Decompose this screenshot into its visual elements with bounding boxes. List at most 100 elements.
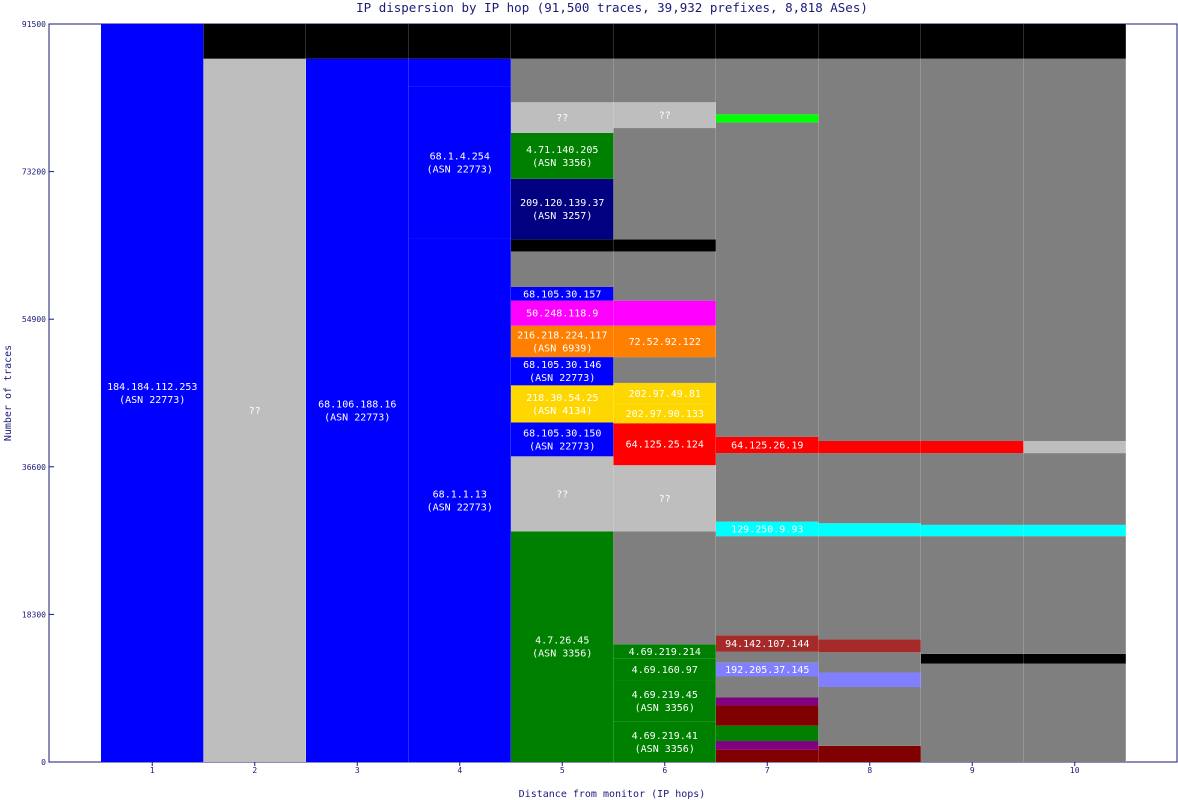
- hop-5-segment-9: [511, 239, 614, 252]
- hop-7-segment-16: [716, 24, 819, 59]
- hop-10-segment-4: [1023, 453, 1126, 525]
- chart-title: IP dispersion by IP hop (91,500 traces, …: [356, 0, 868, 15]
- hop-6-segment-0-asn-label: (ASN 3356): [635, 744, 695, 755]
- hop-6-segment-10-label: 72.52.92.122: [629, 337, 701, 348]
- hop-1-segment-0: [101, 24, 204, 762]
- hop-7-segment-2: [716, 725, 819, 742]
- hop-6-segment-0-label: 4.69.219.41: [632, 731, 698, 742]
- x-tick-label-2: 2: [252, 766, 257, 775]
- hop-5-segment-0-asn-label: (ASN 3356): [532, 649, 592, 660]
- hop-9-segment-3: [921, 524, 1024, 537]
- hop-5-segment-7-label: 68.105.30.157: [523, 289, 601, 300]
- hop-9-segment-6: [921, 58, 1024, 441]
- x-tick-label-9: 9: [970, 766, 975, 775]
- hop-10-segment-6: [1023, 58, 1126, 441]
- y-tick-label-54900: 54900: [22, 315, 46, 324]
- x-tick-label-10: 10: [1070, 766, 1080, 775]
- hop-6-segment-9: [613, 357, 716, 383]
- hop-3-segment-0-asn-label: (ASN 22773): [324, 412, 390, 423]
- hop-5-segment-11-label: 4.71.140.205: [526, 145, 598, 156]
- hop-3-segment-1: [306, 24, 409, 59]
- hop-4-segment-2: [408, 58, 511, 87]
- y-tick-label-91500: 91500: [22, 20, 46, 29]
- hop-8-segment-7: [818, 453, 921, 524]
- hop-9-segment-2: [921, 536, 1024, 654]
- hop-7-segment-5: [716, 676, 819, 698]
- x-tick-label-3: 3: [355, 766, 360, 775]
- hop-7-segment-8-label: 94.142.107.144: [725, 639, 809, 650]
- y-tick-label-36600: 36600: [22, 463, 46, 472]
- hop-9-segment-5: [921, 440, 1024, 454]
- hop-10-segment-1: [1023, 653, 1126, 664]
- hop-5-segment-11-asn-label: (ASN 3356): [532, 158, 592, 169]
- hop-10-segment-5: [1023, 440, 1126, 454]
- hop-5-segment-10-label: 209.120.139.37: [520, 198, 604, 209]
- hop-9-segment-7: [921, 24, 1024, 59]
- hop-5-segment-5-asn-label: (ASN 6939): [532, 343, 592, 354]
- hop-5-segment-10-asn-label: (ASN 3257): [532, 211, 592, 222]
- hop-8-segment-8: [818, 440, 921, 454]
- hop-5-segment-6-label: 50.248.118.9: [526, 309, 598, 320]
- hop-6-segment-2-label: 4.69.160.97: [632, 665, 698, 676]
- hop-6-segment-17: [613, 24, 716, 59]
- hop-7-segment-4: [716, 697, 819, 706]
- hop-6-segment-12: [613, 251, 716, 301]
- hop-8-segment-9: [818, 58, 921, 441]
- hop-5-segment-2-asn-label: (ASN 22773): [529, 441, 595, 452]
- hop-6-segment-5-label: ??: [659, 494, 671, 505]
- hop-5-segment-3-label: 218.30.54.25: [526, 393, 598, 404]
- hop-7-segment-3: [716, 705, 819, 726]
- hop-6-segment-8-label: 202.97.49.81: [629, 389, 701, 400]
- hop-6-segment-1-label: 4.69.219.45: [632, 690, 698, 701]
- hop-10-segment-7: [1023, 24, 1126, 59]
- hop-9-segment-0: [921, 663, 1024, 762]
- hop-6-segment-6-label: 64.125.25.124: [626, 440, 704, 451]
- hop-6-segment-15-label: ??: [659, 111, 671, 122]
- hop-8-segment-2: [818, 672, 921, 687]
- hop-1-segment-0-label: 184.184.112.253: [107, 382, 197, 393]
- y-tick-label-18300: 18300: [22, 610, 46, 619]
- y-tick-label-0: 0: [41, 758, 46, 767]
- x-axis-label: Distance from monitor (IP hops): [519, 789, 706, 800]
- bars-layer: [101, 24, 1127, 763]
- hop-5-segment-13: [511, 58, 614, 103]
- hop-7-segment-6-label: 192.205.37.145: [725, 665, 809, 676]
- x-tick-label-8: 8: [867, 766, 872, 775]
- hop-6-segment-7-label: 202.97.90.133: [626, 409, 704, 420]
- hop-8-segment-6: [818, 523, 921, 537]
- hop-7-segment-10-label: 129.250.9.93: [731, 524, 803, 535]
- hop-2-segment-1: [203, 24, 306, 59]
- hop-7-segment-0: [716, 749, 819, 762]
- hop-5-segment-5-label: 216.218.224.117: [517, 330, 607, 341]
- hop-7-segment-7: [716, 651, 819, 663]
- x-tick-label-7: 7: [765, 766, 770, 775]
- hop-7-segment-9: [716, 536, 819, 636]
- hop-5-segment-8: [511, 251, 614, 287]
- hop-10-segment-0: [1023, 663, 1126, 762]
- hop-9-segment-4: [921, 453, 1024, 525]
- x-tick-label-1: 1: [150, 766, 155, 775]
- hop-5-segment-1-label: ??: [556, 489, 568, 500]
- hop-8-segment-5: [818, 536, 921, 640]
- hop-8-segment-1: [818, 686, 921, 746]
- hop-10-segment-2: [1023, 536, 1126, 654]
- hop-7-segment-13: [716, 122, 819, 437]
- hop-8-segment-4: [818, 639, 921, 653]
- hop-4-segment-0-asn-label: (ASN 22773): [427, 502, 493, 513]
- x-tick-label-5: 5: [560, 766, 565, 775]
- hop-5-segment-3-asn-label: (ASN 4134): [532, 406, 592, 417]
- hop-6-segment-11: [613, 300, 716, 326]
- x-axis-ticks: 1 2 3 4 5 6 7 8 9 10: [150, 762, 1080, 775]
- hop-5-segment-0-label: 4.7.26.45: [535, 636, 589, 647]
- ip-dispersion-chart: IP dispersion by IP hop (91,500 traces, …: [3, 0, 1178, 800]
- hop-9-segment-1: [921, 653, 1024, 664]
- hop-5-segment-2-label: 68.105.30.150: [523, 428, 601, 439]
- hop-6-segment-13: [613, 239, 716, 252]
- hop-8-segment-10: [818, 24, 921, 59]
- hop-6-segment-1-asn-label: (ASN 3356): [635, 703, 695, 714]
- hop-6-segment-14: [613, 128, 716, 240]
- hop-5-segment-4-asn-label: (ASN 22773): [529, 373, 595, 384]
- hop-4-segment-1-label: 68.1.4.254: [430, 152, 490, 163]
- x-tick-label-4: 4: [457, 766, 462, 775]
- y-tick-label-73200: 73200: [22, 168, 46, 177]
